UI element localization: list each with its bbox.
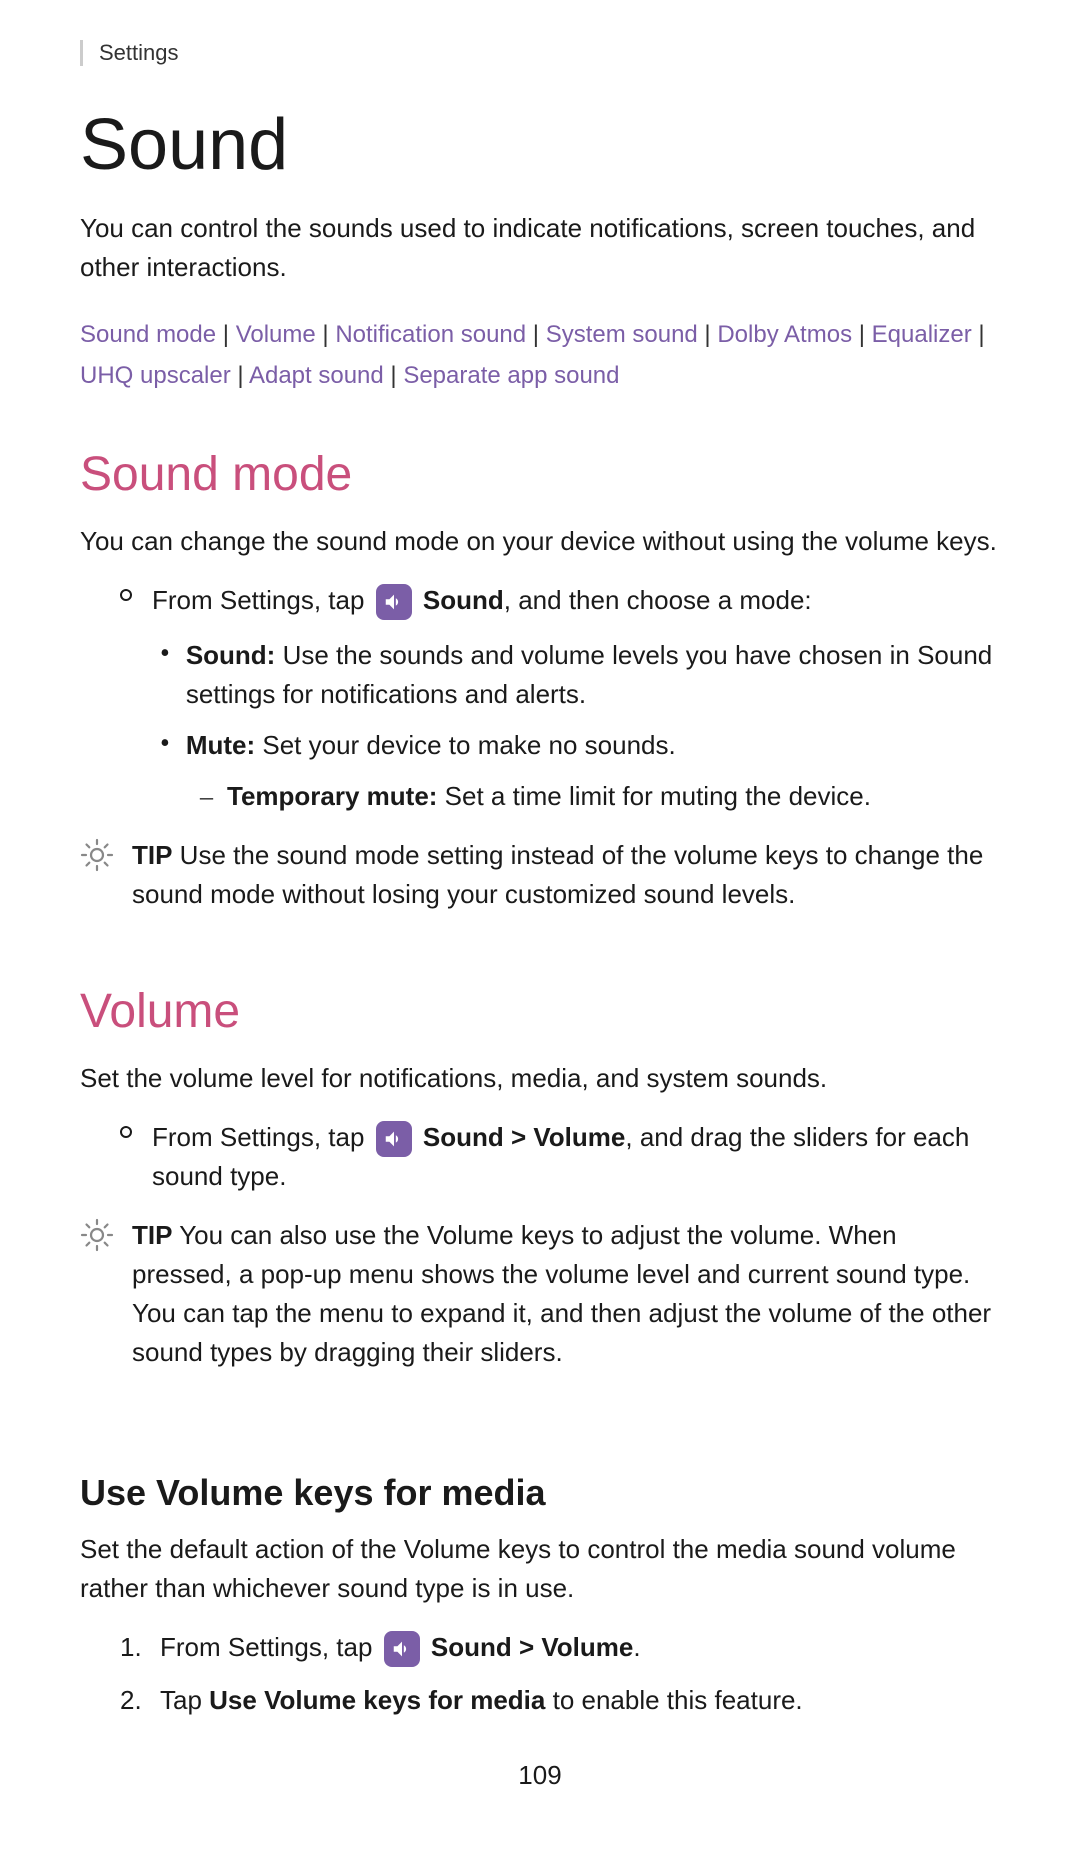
speaker-icon-2: [383, 1128, 405, 1150]
step-2-text: Tap Use Volume keys for media to enable …: [160, 1681, 803, 1720]
bullet1-bold: Sound: [423, 585, 504, 615]
sound-mode-bullet1: From Settings, tap Sound, and then choos…: [120, 581, 1000, 620]
sound-bold-1: Sound:: [186, 640, 276, 670]
toc-link-uhq-upscaler[interactable]: UHQ upscaler: [80, 362, 231, 389]
use-volume-title: Use Volume keys for media: [80, 1472, 1000, 1514]
toc-link-equalizer[interactable]: Equalizer: [872, 321, 972, 348]
circle-bullet-dot-2: [120, 1126, 132, 1138]
speaker-icon-3: [391, 1638, 413, 1660]
volume-bullet1: From Settings, tap Sound > Volume, and d…: [120, 1118, 1000, 1196]
sound-sub-bullet-2: • Mute: Set your device to make no sound…: [160, 726, 1000, 765]
step1-prefix: From Settings, tap: [160, 1632, 380, 1662]
page-number: 109: [80, 1760, 1000, 1791]
sound-icon-2: [376, 1121, 412, 1157]
step-2-number: 2.: [120, 1681, 160, 1720]
sound-icon-1: [376, 584, 412, 620]
dot-symbol-1: •: [160, 634, 170, 673]
sound-sub-bullet-1: • Sound: Use the sounds and volume level…: [160, 636, 1000, 714]
volume-bullet1-text: From Settings, tap Sound > Volume, and d…: [152, 1118, 1000, 1196]
sound-text-1: Use the sounds and volume levels you hav…: [186, 640, 992, 709]
use-volume-description: Set the default action of the Volume key…: [80, 1530, 1000, 1608]
sound-mode-description: You can change the sound mode on your de…: [80, 522, 1000, 561]
toc-link-notification-sound[interactable]: Notification sound: [335, 321, 526, 348]
page-title: Sound: [80, 106, 1000, 185]
step-2: 2. Tap Use Volume keys for media to enab…: [120, 1681, 1000, 1720]
step1-period: .: [633, 1632, 640, 1662]
sound-dash-bullet: – Temporary mute: Set a time limit for m…: [200, 777, 1000, 816]
toc-link-dolby-atmos[interactable]: Dolby Atmos: [717, 321, 852, 348]
toc-link-system-sound[interactable]: System sound: [546, 321, 698, 348]
temp-mute-desc: Set a time limit for muting the device.: [437, 781, 871, 811]
dot-symbol-2: •: [160, 724, 170, 763]
temp-mute-bold: Temporary mute:: [227, 781, 437, 811]
circle-bullet-dot: [120, 589, 132, 601]
step-1: 1. From Settings, tap Sound > Volume.: [120, 1628, 1000, 1667]
toc-link-separate-app-sound[interactable]: Separate app sound: [403, 362, 619, 389]
page-container: Settings Sound You can control the sound…: [0, 0, 1080, 1851]
sound-sub-bullet-2-text: Mute: Set your device to make no sounds.: [186, 726, 676, 765]
step1-bold: Sound > Volume: [431, 1632, 633, 1662]
sound-mode-title: Sound mode: [80, 447, 1000, 502]
toc-link-volume[interactable]: Volume: [236, 321, 316, 348]
volume-bullet1-bold: Sound > Volume: [423, 1122, 625, 1152]
tip-box-2: TIP You can also use the Volume keys to …: [80, 1216, 1000, 1372]
tip-content-1: Use the sound mode setting instead of th…: [132, 840, 983, 909]
tip-text-1: TIP Use the sound mode setting instead o…: [132, 836, 1000, 914]
dash-symbol: –: [200, 777, 213, 816]
toc-link-sound-mode[interactable]: Sound mode: [80, 321, 216, 348]
tip-text-2: TIP You can also use the Volume keys to …: [132, 1216, 1000, 1372]
volume-bullet1-prefix: From Settings, tap: [152, 1122, 364, 1152]
intro-text: You can control the sounds used to indic…: [80, 209, 1000, 287]
tip-icon-2: [80, 1218, 114, 1257]
tip-icon-1: [80, 838, 114, 877]
tip-box-1: TIP Use the sound mode setting instead o…: [80, 836, 1000, 914]
mute-bold: Mute:: [186, 730, 255, 760]
bullet1-prefix: From Settings, tap: [152, 585, 364, 615]
sun-tip-icon-2: [80, 1218, 114, 1252]
step-1-text: From Settings, tap Sound > Volume.: [160, 1628, 641, 1667]
speaker-icon: [383, 591, 405, 613]
step2-bold: Use Volume keys for media: [209, 1685, 545, 1715]
volume-title: Volume: [80, 984, 1000, 1039]
tip-content-2: You can also use the Volume keys to adju…: [132, 1220, 991, 1367]
use-volume-steps: 1. From Settings, tap Sound > Volume. 2.…: [120, 1628, 1000, 1720]
breadcrumb-text: Settings: [99, 40, 179, 65]
toc-links: Sound mode | Volume | Notification sound…: [80, 315, 1000, 397]
volume-description: Set the volume level for notifications, …: [80, 1059, 1000, 1098]
temp-mute-text: Temporary mute: Set a time limit for mut…: [227, 777, 871, 816]
sound-sub-bullet-1-text: Sound: Use the sounds and volume levels …: [186, 636, 1000, 714]
step2-suffix: to enable this feature.: [545, 1685, 802, 1715]
step2-prefix: Tap: [160, 1685, 209, 1715]
sound-mode-bullet1-text: From Settings, tap Sound, and then choos…: [152, 581, 812, 620]
mute-text: Set your device to make no sounds.: [255, 730, 676, 760]
tip-label-2: TIP: [132, 1220, 172, 1250]
sound-icon-3: [384, 1631, 420, 1667]
breadcrumb: Settings: [80, 40, 1000, 66]
step-1-number: 1.: [120, 1628, 160, 1667]
bullet1-suffix: , and then choose a mode:: [504, 585, 812, 615]
toc-link-adapt-sound[interactable]: Adapt sound: [249, 362, 384, 389]
tip-label-1: TIP: [132, 840, 172, 870]
sun-tip-icon-1: [80, 838, 114, 872]
